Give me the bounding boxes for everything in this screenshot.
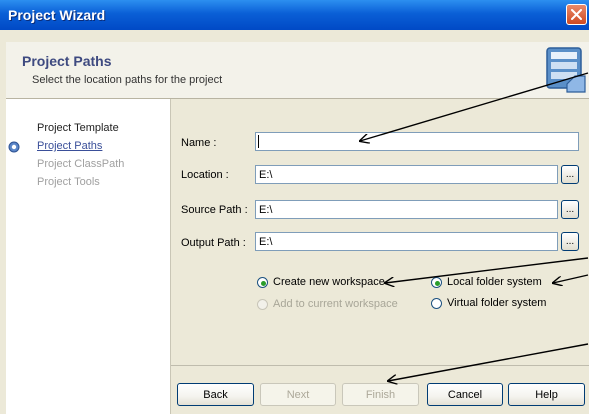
radio-checked-indicator [257, 277, 268, 288]
close-button[interactable] [566, 4, 587, 25]
close-icon [571, 9, 582, 20]
step-project-paths[interactable]: Project Paths [37, 140, 102, 152]
location-input[interactable] [255, 165, 558, 184]
step-project-classpath: Project ClassPath [37, 158, 125, 170]
radio-checked-indicator [431, 277, 442, 288]
header-subtitle: Select the location paths for the projec… [32, 74, 223, 86]
output-path-input[interactable] [255, 232, 558, 251]
paths-form: Name : Location : ... Source Path : ... … [171, 99, 589, 365]
finish-button: Finish [342, 383, 419, 406]
project-folder-icon [546, 47, 586, 93]
radio-unchecked-indicator [431, 298, 442, 309]
text-caret [258, 135, 259, 148]
name-input[interactable] [255, 132, 579, 151]
output-path-browse-button[interactable]: ... [561, 232, 579, 251]
help-button[interactable]: Help [508, 383, 585, 406]
cancel-button[interactable]: Cancel [427, 383, 503, 406]
name-label: Name : [181, 137, 217, 149]
source-path-browse-button[interactable]: ... [561, 200, 579, 219]
radio-disabled-indicator [257, 299, 268, 310]
source-path-label: Source Path : [181, 204, 248, 216]
location-label: Location : [181, 169, 229, 181]
window-title: Project Wizard [8, 7, 106, 23]
title-bar[interactable]: Project Wizard [0, 0, 589, 30]
local-folder-system-label: Local folder system [447, 276, 542, 288]
virtual-folder-system-label: Virtual folder system [447, 297, 547, 309]
back-button[interactable]: Back [177, 383, 254, 406]
wizard-button-bar: Back Next Finish Cancel Help [171, 366, 589, 414]
source-path-input[interactable] [255, 200, 558, 219]
next-button: Next [260, 383, 336, 406]
step-project-template[interactable]: Project Template [37, 122, 119, 134]
current-step-icon [8, 141, 20, 153]
create-new-workspace-label: Create new workspace [273, 276, 385, 288]
header-title: Project Paths [22, 53, 112, 69]
step-project-tools: Project Tools [37, 176, 100, 188]
project-wizard-window: Project Wizard Project Paths Select the … [0, 0, 589, 414]
wizard-steps-panel: Project Template Project Paths Project C… [6, 99, 171, 414]
output-path-label: Output Path : [181, 237, 246, 249]
wizard-header: Project Paths Select the location paths … [6, 42, 589, 98]
location-browse-button[interactable]: ... [561, 165, 579, 184]
add-current-workspace-label: Add to current workspace [273, 298, 398, 310]
